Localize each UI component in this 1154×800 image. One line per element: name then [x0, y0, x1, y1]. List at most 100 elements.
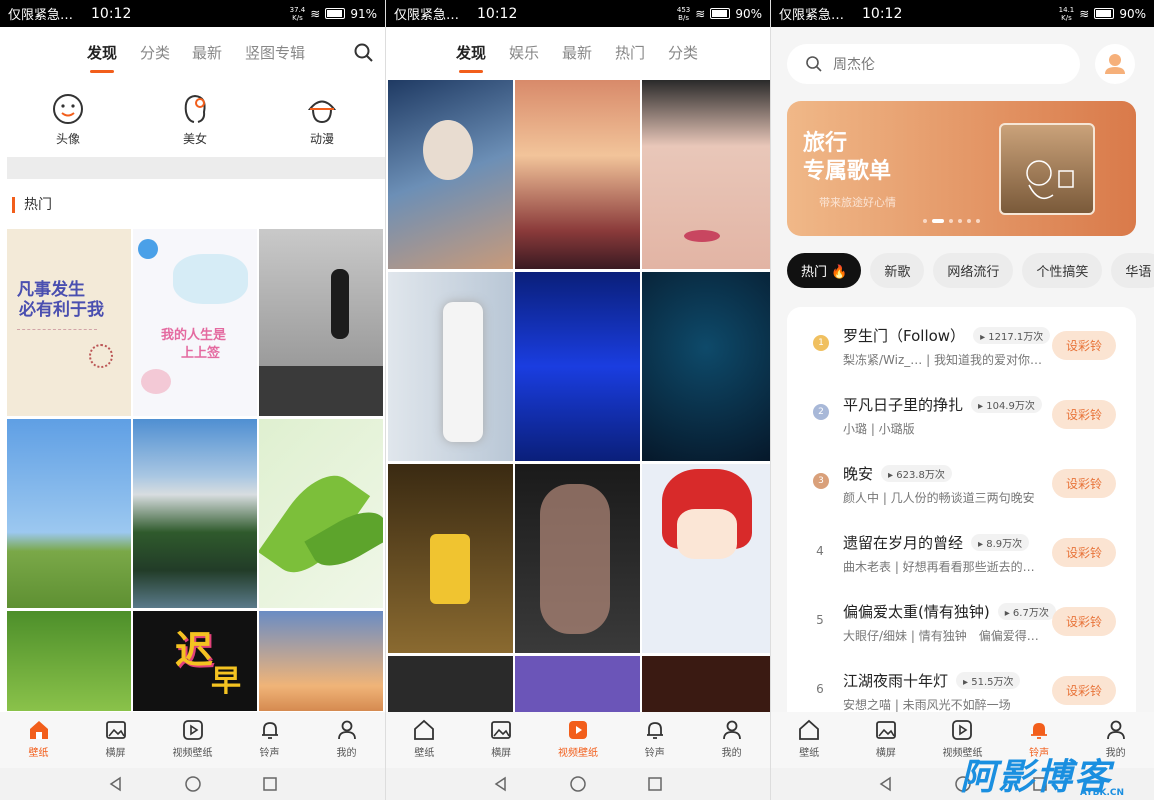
list-item[interactable]: 4 遗留在岁月的曾经 ▸ 8.9万次 曲木老表 | 好想再看看那些逝去的… 设彩铃 — [787, 514, 1136, 583]
back-icon[interactable] — [878, 776, 894, 792]
recents-icon[interactable] — [647, 776, 663, 792]
chip-new[interactable]: 新歌 — [870, 253, 925, 288]
wallpaper-tile[interactable] — [133, 419, 257, 608]
nav-landscape[interactable]: 横屏 — [848, 712, 925, 768]
wallpaper-tile[interactable] — [388, 80, 513, 269]
set-ringtone-button[interactable]: 设彩铃 — [1052, 400, 1116, 429]
net-speed: 14.1 K/s — [1058, 5, 1075, 22]
set-ringtone-button[interactable]: 设彩铃 — [1052, 538, 1116, 567]
wallpaper-tile[interactable] — [7, 419, 131, 608]
image-icon — [491, 721, 512, 739]
wallpaper-tile[interactable] — [515, 272, 640, 461]
search-icon — [806, 56, 822, 72]
set-ringtone-button[interactable]: 设彩铃 — [1052, 331, 1116, 360]
genre-chips: 热门 🔥 新歌 网络流行 个性搞笑 华语 — [787, 253, 1154, 288]
clock: 10:12 — [862, 5, 903, 22]
category-beauty[interactable]: 美女 — [165, 92, 225, 147]
tab-category[interactable]: 分类 — [140, 42, 170, 63]
status-bar: 仅限紧急… 10:12 37.4 K/s ≋ 91% — [0, 0, 385, 27]
wallpaper-tile[interactable] — [259, 611, 383, 711]
battery-icon — [325, 8, 346, 19]
wallpaper-tile[interactable] — [388, 272, 513, 461]
back-icon[interactable] — [108, 776, 124, 792]
wallpaper-tile[interactable] — [7, 611, 131, 711]
wallpaper-tile[interactable] — [388, 656, 513, 716]
set-ringtone-button[interactable]: 设彩铃 — [1052, 607, 1116, 636]
list-item[interactable]: 1 罗生门（Follow） ▸ 1217.1万次 梨冻紧/Wiz_… | 我知道我的爱… — [787, 307, 1136, 376]
wallpaper-tile[interactable] — [642, 656, 770, 716]
wallpaper-tile[interactable] — [515, 656, 640, 716]
chip-funny[interactable]: 个性搞笑 — [1022, 253, 1103, 288]
category-anime[interactable]: 动漫 — [292, 92, 352, 147]
home-circle-icon[interactable] — [569, 775, 587, 793]
play-icon — [952, 720, 973, 740]
set-ringtone-button[interactable]: 设彩铃 — [1052, 469, 1116, 498]
search-input[interactable]: 周杰伦 — [787, 44, 1080, 84]
nav-mine[interactable]: 我的 — [308, 712, 385, 768]
list-item[interactable]: 5 偏偏爱太重(情有独钟) ▸ 6.7万次 大眼仔/细妹 | 情有独钟 偏偏爱得… 设彩… — [787, 583, 1136, 652]
battery-percent: 90% — [735, 6, 762, 21]
tab-discover[interactable]: 发现 — [456, 42, 486, 73]
set-ringtone-button[interactable]: 设彩铃 — [1052, 676, 1116, 705]
clock: 10:12 — [477, 5, 518, 22]
wallpaper-tile[interactable] — [515, 464, 640, 653]
phone-screen-gallery: 仅限紧急… 10:12 453 B/s ≋ 90% 发现 娱乐 最新 热门 分类 … — [386, 0, 770, 800]
wallpaper-tile[interactable]: 迟 早 — [133, 611, 257, 711]
nav-ringtone[interactable]: 铃声 — [616, 712, 693, 768]
wifi-icon: ≋ — [310, 6, 321, 21]
carrier-text: 仅限紧急… — [779, 8, 845, 23]
user-icon — [337, 720, 356, 740]
nav-landscape[interactable]: 横屏 — [77, 712, 154, 768]
wallpaper-tile[interactable]: 凡事发生 必有利于我 — [7, 229, 131, 416]
wallpaper-tile[interactable] — [642, 80, 770, 269]
tab-latest[interactable]: 最新 — [562, 42, 592, 63]
list-item[interactable]: 2 平凡日子里的挣扎 ▸ 104.9万次 小璐 | 小璐版 设彩铃 — [787, 376, 1136, 445]
nav-wallpaper[interactable]: 壁纸 — [0, 712, 77, 768]
nav-video-wallpaper[interactable]: 视频壁纸 — [154, 712, 231, 768]
bell-icon — [646, 722, 663, 739]
user-icon — [722, 720, 741, 740]
search-icon[interactable] — [353, 42, 375, 64]
nav-mine[interactable]: 我的 — [693, 712, 770, 768]
nav-video-wallpaper[interactable]: 视频壁纸 — [540, 712, 617, 768]
chip-hot[interactable]: 热门 🔥 — [787, 253, 862, 288]
wallpaper-tile[interactable]: 我的人生是 上上签 — [133, 229, 257, 416]
wallpaper-tile[interactable] — [642, 272, 770, 461]
nav-wallpaper[interactable]: 壁纸 — [386, 712, 463, 768]
battery-icon — [1094, 8, 1115, 19]
tab-hot[interactable]: 热门 — [615, 42, 645, 63]
category-label: 美女 — [182, 132, 207, 146]
song-list: 1 罗生门（Follow） ▸ 1217.1万次 梨冻紧/Wiz_… | 我知道我的爱… — [787, 307, 1136, 727]
wallpaper-tile[interactable] — [259, 229, 383, 416]
home-circle-icon[interactable] — [184, 775, 202, 793]
nav-landscape[interactable]: 横屏 — [463, 712, 540, 768]
tab-discover[interactable]: 发现 — [87, 42, 117, 73]
tab-category[interactable]: 分类 — [668, 42, 698, 63]
nav-ringtone[interactable]: 铃声 — [231, 712, 308, 768]
banner-artwork — [999, 123, 1095, 215]
tab-entertainment[interactable]: 娱乐 — [509, 42, 539, 63]
search-placeholder: 周杰伦 — [833, 57, 875, 73]
list-item[interactable]: 3 晚安 ▸ 623.8万次 颜人中 | 几人份的畅谈道三两句晚安 设彩铃 — [787, 445, 1136, 514]
category-label: 动漫 — [309, 132, 334, 146]
avatar[interactable] — [1095, 44, 1135, 84]
wallpaper-tile[interactable] — [259, 419, 383, 608]
list-item[interactable]: 6 江湖夜雨十年灯 ▸ 51.5万次 安想之喵 | 未雨风光不如醉一场 设彩铃 — [787, 652, 1136, 721]
wallpaper-tile[interactable] — [642, 464, 770, 653]
wallpaper-tile[interactable] — [515, 80, 640, 269]
chip-trending[interactable]: 网络流行 — [933, 253, 1014, 288]
chip-chinese[interactable]: 华语 — [1111, 253, 1154, 288]
category-avatar[interactable]: 头像 — [38, 92, 98, 147]
home-icon — [799, 719, 820, 740]
image-icon — [875, 721, 896, 739]
recents-icon[interactable] — [262, 776, 278, 792]
back-icon[interactable] — [493, 776, 509, 792]
wallpaper-tile[interactable] — [388, 464, 513, 653]
tab-vertical-album[interactable]: 竖图专辑 — [245, 42, 305, 63]
smile-face-icon — [53, 94, 83, 124]
battery-percent: 90% — [1119, 6, 1146, 21]
home-icon — [29, 721, 48, 739]
play-icon — [182, 720, 203, 740]
tab-latest[interactable]: 最新 — [192, 42, 222, 63]
nav-wallpaper[interactable]: 壁纸 — [771, 712, 848, 768]
